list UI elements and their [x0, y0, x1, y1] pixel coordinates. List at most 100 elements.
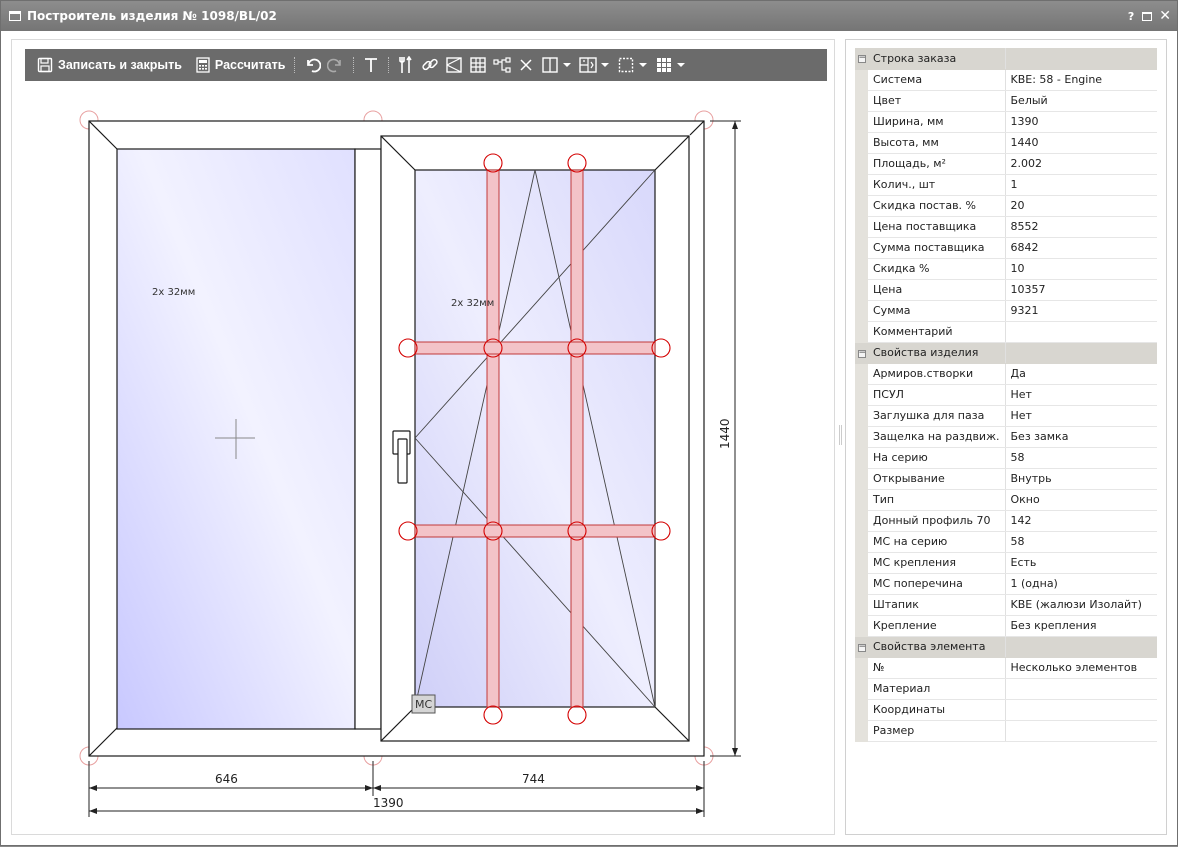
property-name: Комментарий [868, 321, 1006, 343]
property-row[interactable]: Тип Окно [855, 489, 1157, 511]
property-value[interactable]: Без крепления [1005, 615, 1157, 637]
property-row[interactable]: На серию 58 [855, 447, 1157, 469]
property-row[interactable]: Скидка постав. % 20 [855, 195, 1157, 217]
property-group-header[interactable]: − Свойства изделия [855, 342, 1157, 364]
property-value[interactable]: Несколько элементов [1005, 657, 1157, 679]
property-value[interactable]: Без замка [1005, 426, 1157, 448]
property-row[interactable]: Цена 10357 [855, 279, 1157, 301]
dimension-total-width[interactable]: 1390 [373, 796, 404, 810]
row-gutter [855, 594, 868, 616]
property-row[interactable]: Система KBE: 58 - Engine [855, 69, 1157, 91]
property-value[interactable]: Окно [1005, 489, 1157, 511]
property-value[interactable]: 9321 [1005, 300, 1157, 322]
property-value[interactable] [1005, 720, 1157, 742]
row-gutter [855, 195, 868, 217]
row-gutter [855, 510, 868, 532]
property-row[interactable]: Скидка % 10 [855, 258, 1157, 280]
property-row[interactable]: Сумма поставщика 6842 [855, 237, 1157, 259]
property-row[interactable]: Заглушка для паза Нет [855, 405, 1157, 427]
property-group-header[interactable]: − Строка заказа [855, 48, 1157, 70]
right-glass-pane[interactable] [414, 169, 656, 708]
property-value[interactable] [1005, 699, 1157, 721]
property-value[interactable]: 58 [1005, 447, 1157, 469]
property-value[interactable]: 1 (одна) [1005, 573, 1157, 595]
impost[interactable] [354, 148, 382, 730]
property-row[interactable]: Крепление Без крепления [855, 615, 1157, 637]
property-row[interactable]: МС поперечина 1 (одна) [855, 573, 1157, 595]
property-row[interactable]: Координаты [855, 699, 1157, 721]
dimension-left-width[interactable]: 646 [215, 772, 238, 786]
collapse-icon[interactable]: − [855, 342, 868, 364]
help-button[interactable]: ? [1128, 10, 1134, 23]
property-row[interactable]: Материал [855, 678, 1157, 700]
property-row[interactable]: Цена поставщика 8552 [855, 216, 1157, 238]
property-value[interactable]: 2.002 [1005, 153, 1157, 175]
property-group-spacer [1005, 48, 1157, 70]
property-name: МС поперечина [868, 573, 1006, 595]
row-gutter [855, 132, 868, 154]
close-button[interactable]: ✕ [1159, 8, 1171, 24]
property-value[interactable]: 1390 [1005, 111, 1157, 133]
property-value[interactable]: 8552 [1005, 216, 1157, 238]
property-value[interactable]: KBE (жалюзи Изолайт) [1005, 594, 1157, 616]
property-value[interactable]: Нет [1005, 405, 1157, 427]
property-value[interactable]: 1 [1005, 174, 1157, 196]
property-row[interactable]: Размер [855, 720, 1157, 742]
property-value[interactable]: 20 [1005, 195, 1157, 217]
property-name: Тип [868, 489, 1006, 511]
collapse-icon[interactable]: − [855, 636, 868, 658]
property-row[interactable]: Колич., шт 1 [855, 174, 1157, 196]
row-gutter [855, 279, 868, 301]
property-value[interactable]: 1440 [1005, 132, 1157, 154]
window-drawing[interactable]: 2х 32мм 2х 32мм МС 646 744 1390 1440 [1, 1, 835, 847]
property-value[interactable]: 10357 [1005, 279, 1157, 301]
property-row[interactable]: ПСУЛ Нет [855, 384, 1157, 406]
dimension-right-width[interactable]: 744 [522, 772, 545, 786]
property-row[interactable]: Площадь, м² 2.002 [855, 153, 1157, 175]
property-row[interactable]: Открывание Внутрь [855, 468, 1157, 490]
property-row[interactable]: Армиров.створки Да [855, 363, 1157, 385]
property-row[interactable]: Донный профиль 70 142 [855, 510, 1157, 532]
row-gutter [855, 699, 868, 721]
property-row[interactable]: Защелка на раздвиж. Без замка [855, 426, 1157, 448]
property-value[interactable]: 6842 [1005, 237, 1157, 259]
property-row[interactable]: № Несколько элементов [855, 657, 1157, 679]
property-name: Крепление [868, 615, 1006, 637]
maximize-button[interactable] [1142, 11, 1153, 21]
property-row[interactable]: Штапик KBE (жалюзи Изолайт) [855, 594, 1157, 616]
row-gutter [855, 174, 868, 196]
property-value[interactable]: 142 [1005, 510, 1157, 532]
property-value[interactable]: Есть [1005, 552, 1157, 574]
property-value[interactable]: Внутрь [1005, 468, 1157, 490]
property-row[interactable]: Ширина, мм 1390 [855, 111, 1157, 133]
collapse-icon[interactable]: − [855, 48, 868, 70]
property-value[interactable]: Белый [1005, 90, 1157, 112]
dimension-height[interactable]: 1440 [718, 418, 732, 449]
row-gutter [855, 69, 868, 91]
property-value[interactable] [1005, 678, 1157, 700]
row-gutter [855, 321, 868, 343]
property-group-title: Свойства изделия [868, 342, 1006, 364]
property-value[interactable]: Нет [1005, 384, 1157, 406]
property-row[interactable]: МС на серию 58 [855, 531, 1157, 553]
property-row[interactable]: Высота, мм 1440 [855, 132, 1157, 154]
pane-splitter[interactable] [839, 425, 842, 445]
property-value[interactable]: Да [1005, 363, 1157, 385]
property-row[interactable]: МС крепления Есть [855, 552, 1157, 574]
row-gutter [855, 447, 868, 469]
property-value[interactable]: 58 [1005, 531, 1157, 553]
property-row[interactable]: Сумма 9321 [855, 300, 1157, 322]
property-name: Ширина, мм [868, 111, 1006, 133]
property-value[interactable]: 10 [1005, 258, 1157, 280]
property-group-header[interactable]: − Свойства элемента [855, 636, 1157, 658]
property-name: Скидка % [868, 258, 1006, 280]
row-gutter [855, 258, 868, 280]
row-gutter [855, 552, 868, 574]
property-value[interactable]: KBE: 58 - Engine [1005, 69, 1157, 91]
property-value[interactable] [1005, 321, 1157, 343]
property-name: Размер [868, 720, 1006, 742]
property-name: Высота, мм [868, 132, 1006, 154]
property-row[interactable]: Комментарий [855, 321, 1157, 343]
property-row[interactable]: Цвет Белый [855, 90, 1157, 112]
properties-pane: − Строка заказа Система KBE: 58 - Engine Цве… [845, 39, 1167, 835]
